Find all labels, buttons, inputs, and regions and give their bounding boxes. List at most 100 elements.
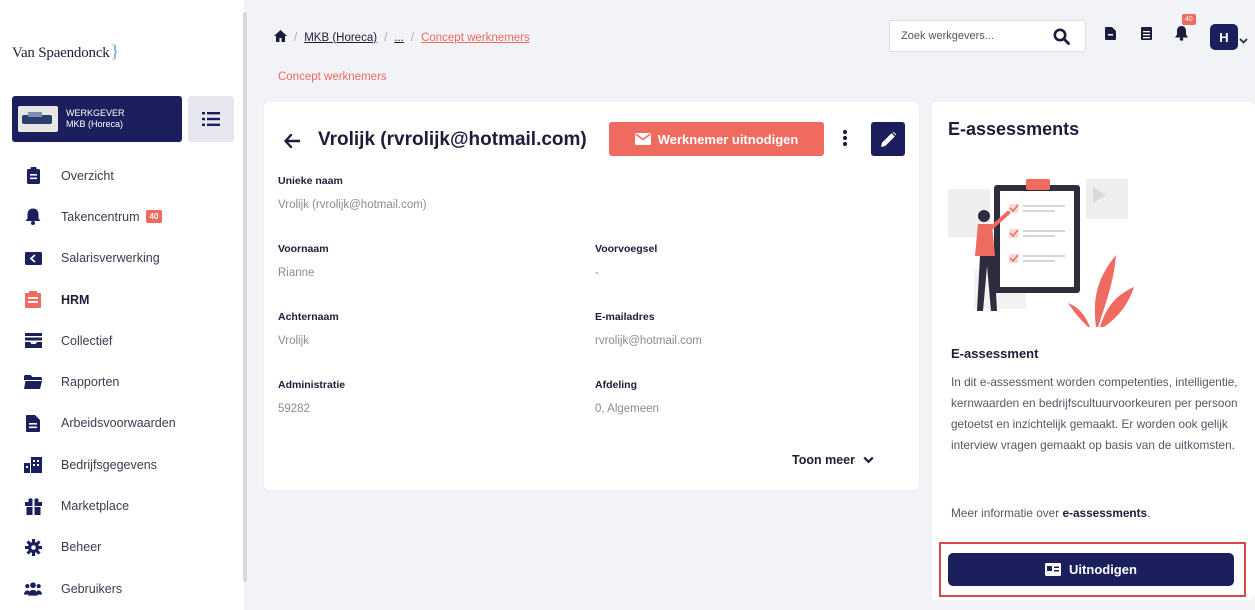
- nav-item-beheer[interactable]: Beheer: [24, 527, 234, 568]
- employee-card: Vrolijk (rvrolijk@hotmail.com) Werknemer…: [264, 102, 919, 490]
- e-assessment-heading: E-assessment: [951, 346, 1039, 361]
- more-info-text: Meer informatie over e-assessments.: [951, 506, 1150, 520]
- nav-item-bedrijfsgegevens[interactable]: Bedrijfsgegevens: [24, 444, 234, 485]
- sidebar-scrollbar[interactable]: [243, 12, 247, 582]
- brand-logo[interactable]: Van Spaendonck}: [12, 41, 119, 62]
- nav-item-arbeidsvoorwaarden[interactable]: Arbeidsvoorwaarden: [24, 403, 234, 444]
- nav-label: Bedrijfsgegevens: [61, 457, 157, 472]
- field-value: 59282: [278, 403, 310, 415]
- employee-title: Vrolijk (rvrolijk@hotmail.com): [318, 129, 587, 150]
- breadcrumb-ellipsis[interactable]: ...: [394, 32, 404, 44]
- breadcrumb-current[interactable]: Concept werknemers: [421, 32, 530, 44]
- gift-icon: [24, 497, 42, 515]
- home-icon[interactable]: [274, 30, 287, 45]
- field-value: Vrolijk: [278, 335, 309, 347]
- e-assessment-panel: E-assessments E-assessment In dit e-asse…: [932, 102, 1255, 600]
- gear-icon: [24, 538, 42, 556]
- field-last-name: Achternaam Vrolijk: [278, 311, 339, 347]
- nav-item-overzicht[interactable]: Overzicht: [24, 155, 234, 196]
- field-label: Afdeling: [595, 379, 637, 391]
- breadcrumb-link-mkb[interactable]: MKB (Horeca): [304, 32, 377, 44]
- more-info-suffix: .: [1147, 506, 1151, 520]
- breadcrumb: / MKB (Horeca) / ... / Concept werknemer…: [274, 30, 530, 45]
- list-icon: [202, 112, 220, 126]
- edit-button[interactable]: [871, 122, 905, 156]
- folder-icon: [24, 373, 42, 391]
- hrm-icon: [24, 291, 42, 309]
- nav-label: Rapporten: [61, 375, 120, 390]
- notification-bell-icon[interactable]: [1175, 26, 1188, 46]
- nav-item-gebruikers[interactable]: Gebruikers: [24, 568, 234, 609]
- pencil-icon: [880, 131, 896, 147]
- more-info-link[interactable]: e-assessments: [1062, 506, 1147, 520]
- breadcrumb-separator: /: [384, 31, 388, 44]
- users-icon: [24, 580, 42, 598]
- field-administration: Administratie 59282: [278, 379, 345, 415]
- nav-label: Marketplace: [61, 499, 130, 514]
- main-nav: Overzicht Takencentrum 40 Salarisverwerk…: [24, 155, 234, 609]
- money-icon: [24, 249, 42, 267]
- field-label: Voornaam: [278, 243, 329, 255]
- id-card-icon: [1045, 563, 1062, 576]
- invite-assessment-button[interactable]: Uitnodigen: [948, 553, 1234, 586]
- e-assessment-description: In dit e-assessment worden competenties,…: [951, 375, 1238, 452]
- inbox-icon: [24, 332, 42, 350]
- field-label: Voorvoegsel: [595, 243, 658, 255]
- sidebar: Van Spaendonck} WERKGEVER MKB (Horeca) O…: [0, 0, 244, 610]
- search-input[interactable]: [890, 30, 1045, 42]
- employer-selector[interactable]: WERKGEVER MKB (Horeca): [12, 96, 182, 142]
- breadcrumb-separator: /: [410, 31, 415, 44]
- bell-icon: [24, 208, 42, 226]
- nav-label: Beheer: [61, 540, 102, 555]
- invite-employee-label: Werknemer uitnodigen: [657, 131, 799, 147]
- invite-employee-button[interactable]: Werknemer uitnodigen: [609, 122, 824, 156]
- field-unique-name: Unieke naam Vrolijk (rvrolijk@hotmail.co…: [278, 175, 427, 211]
- nav-label: Gebruikers: [61, 581, 123, 596]
- employer-image: [18, 106, 58, 132]
- nav-item-marketplace[interactable]: Marketplace: [24, 485, 234, 526]
- field-label: Achternaam: [278, 311, 339, 323]
- building-icon: [24, 456, 42, 474]
- calendar-icon[interactable]: [1141, 27, 1152, 45]
- field-value: 0, Algemeen: [595, 403, 659, 415]
- file-icon[interactable]: [1105, 27, 1116, 45]
- nav-item-collectief[interactable]: Collectief: [24, 320, 234, 361]
- nav-item-salarisverwerking[interactable]: Salarisverwerking: [24, 238, 234, 279]
- breadcrumb-separator: /: [294, 31, 298, 44]
- invite-assessment-label: Uitnodigen: [1069, 562, 1137, 577]
- nav-label: HRM: [61, 292, 90, 307]
- more-options-icon[interactable]: [842, 129, 848, 152]
- field-label: Unieke naam: [278, 175, 343, 187]
- field-value: Rianne: [278, 267, 315, 279]
- chevron-down-icon: [863, 456, 874, 464]
- nav-label: Arbeidsvoorwaarden: [61, 416, 176, 431]
- nav-item-hrm[interactable]: HRM: [24, 279, 234, 320]
- search-icon[interactable]: [1053, 28, 1070, 50]
- logo-text: Van Spaendonck: [12, 45, 110, 61]
- show-more-toggle[interactable]: Toon meer: [792, 453, 874, 467]
- nav-label: Takencentrum: [61, 209, 140, 224]
- field-email: E-mailadres rvrolijk@hotmail.com: [595, 311, 702, 347]
- field-label: E-mailadres: [595, 311, 655, 323]
- field-label: Administratie: [278, 379, 346, 391]
- menu-toggle-button[interactable]: [188, 96, 234, 142]
- nav-item-rapporten[interactable]: Rapporten: [24, 361, 234, 402]
- back-arrow-icon[interactable]: [284, 133, 301, 153]
- document-icon: [24, 414, 42, 432]
- task-count-badge: 40: [145, 210, 163, 224]
- employer-name: MKB (Horeca): [66, 119, 124, 129]
- user-avatar[interactable]: H: [1210, 24, 1238, 50]
- search-box: [889, 20, 1086, 52]
- chevron-down-icon[interactable]: [1239, 31, 1248, 49]
- field-prefix: Voorvoegsel -: [595, 243, 657, 279]
- nav-label: Collectief: [61, 333, 113, 348]
- show-more-label: Toon meer: [792, 453, 855, 467]
- envelope-icon: [634, 133, 651, 145]
- field-value: -: [595, 267, 599, 279]
- nav-item-takencentrum[interactable]: Takencentrum 40: [24, 196, 234, 237]
- notification-badge: 40: [1182, 14, 1196, 25]
- field-value: Vrolijk (rvrolijk@hotmail.com): [278, 199, 427, 211]
- page-subtitle: Concept werknemers: [278, 71, 387, 83]
- logo-bracket: }: [110, 41, 120, 61]
- more-info-prefix: Meer informatie over: [951, 506, 1063, 520]
